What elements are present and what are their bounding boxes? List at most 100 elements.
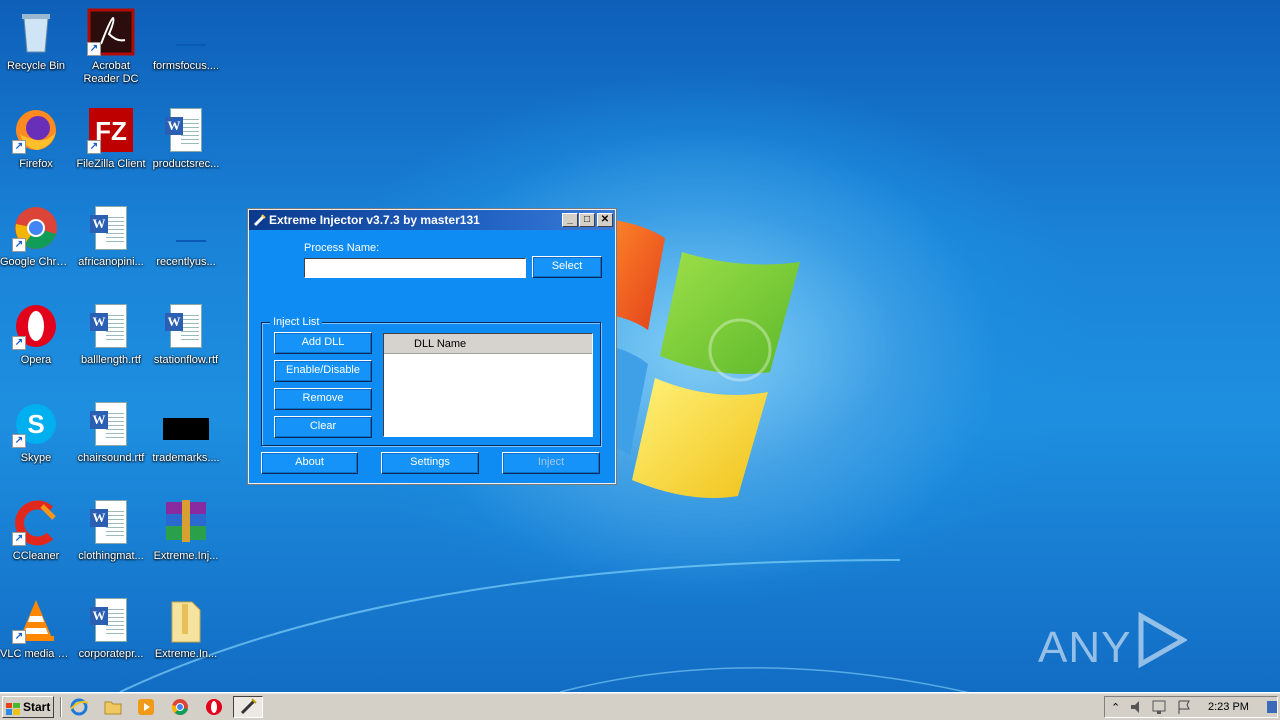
- anyrun-watermark: ANY RUN: [1038, 611, 1280, 720]
- desktop-icon-formsfocus[interactable]: formsfocus....: [148, 4, 224, 96]
- select-button[interactable]: Select: [532, 256, 602, 278]
- chrome-icon[interactable]: [169, 697, 191, 717]
- desktop-icon-label: Extreme.Inj...: [153, 550, 219, 562]
- desktop-icon-label: stationflow.rtf: [153, 354, 219, 366]
- image-file-icon: [162, 400, 210, 448]
- desktop-icon-skype[interactable]: S ↗ Skype: [0, 396, 74, 488]
- desktop-icon-label: Recycle Bin: [6, 60, 66, 72]
- opera-icon: ↗: [12, 302, 60, 350]
- network-icon[interactable]: [1150, 697, 1170, 717]
- desktop-icon-label: CCleaner: [12, 550, 60, 562]
- desktop-icon-extreme-injector-rar[interactable]: Extreme.Inj...: [148, 494, 224, 586]
- internet-explorer-icon[interactable]: [68, 697, 90, 717]
- desktop-icon-label: africanopini...: [78, 256, 144, 268]
- settings-button[interactable]: Settings: [381, 452, 479, 474]
- desktop-icon-extreme-injector-folder[interactable]: Extreme.In...: [148, 592, 224, 684]
- desktop-icon-firefox[interactable]: ↗ Firefox: [0, 102, 74, 194]
- firefox-icon: ↗: [12, 106, 60, 154]
- word-document-icon: W: [87, 204, 135, 252]
- enable-disable-button[interactable]: Enable/Disable: [274, 360, 372, 382]
- file-icon: [162, 8, 210, 56]
- desktop-icon-label: VLC media player: [0, 648, 74, 660]
- skype-icon: S ↗: [12, 400, 60, 448]
- play-triangle-icon: [1138, 611, 1188, 669]
- dll-name-column-header[interactable]: DLL Name: [384, 334, 592, 354]
- word-document-icon: W: [162, 302, 210, 350]
- show-desktop-icon[interactable]: [1262, 697, 1278, 717]
- taskbar-separator: [60, 697, 62, 717]
- desktop-icon-recycle-bin[interactable]: Recycle Bin: [0, 4, 74, 96]
- desktop-icon-acrobat[interactable]: ↗ Acrobat Reader DC: [73, 4, 149, 96]
- windows-flag-icon: [6, 701, 20, 715]
- window-title: Extreme Injector v3.7.3 by master131: [269, 213, 480, 227]
- word-document-icon: W: [87, 498, 135, 546]
- desktop-icon-opera[interactable]: ↗ Opera: [0, 298, 74, 390]
- desktop-icon-africanopini[interactable]: W africanopini...: [73, 200, 149, 292]
- desktop-icon-label: Opera: [20, 354, 52, 366]
- winrar-archive-icon: [162, 498, 210, 546]
- desktop-icon-ccleaner[interactable]: ↗ CCleaner: [0, 494, 74, 586]
- maximize-button[interactable]: □: [579, 213, 595, 227]
- word-document-icon: W: [87, 302, 135, 350]
- inject-list-group: Inject List Add DLL Enable/Disable Remov…: [261, 316, 601, 446]
- desktop-icon-label: Skype: [20, 452, 52, 464]
- filezilla-icon: FZ ↗: [87, 106, 135, 154]
- desktop-icon-balllength[interactable]: W balllength.rtf: [73, 298, 149, 390]
- process-name-input[interactable]: [304, 258, 526, 278]
- desktop-icon-stationflow[interactable]: W stationflow.rtf: [148, 298, 224, 390]
- close-button[interactable]: ✕: [597, 213, 613, 227]
- clear-button[interactable]: Clear: [274, 416, 372, 438]
- desktop-icon-vlc[interactable]: ↗ VLC media player: [0, 592, 74, 684]
- desktop-icon-corporatepr[interactable]: W corporatepr...: [73, 592, 149, 684]
- about-button[interactable]: About: [261, 452, 358, 474]
- volume-icon[interactable]: [1126, 697, 1146, 717]
- desktop-icon-recentlyus[interactable]: recentlyus...: [148, 200, 224, 292]
- process-name-label: Process Name:: [304, 242, 380, 254]
- word-document-icon: W: [87, 400, 135, 448]
- minimize-button[interactable]: _: [562, 213, 578, 227]
- start-label: Start: [23, 700, 51, 714]
- taskbar-extreme-injector-button[interactable]: [233, 696, 263, 718]
- file-icon: [162, 204, 210, 252]
- opera-icon[interactable]: [203, 697, 225, 717]
- dll-list[interactable]: DLL Name: [383, 333, 593, 437]
- word-document-icon: W: [162, 106, 210, 154]
- desktop-icon-label: Extreme.In...: [154, 648, 218, 660]
- desktop-icon-label: chairsound.rtf: [77, 452, 145, 464]
- desktop-icon-label: clothingmat...: [78, 550, 144, 562]
- vlc-icon: ↗: [12, 596, 60, 644]
- desktop-icon-chairsound[interactable]: W chairsound.rtf: [73, 396, 149, 488]
- desktop-icon-productsrec[interactable]: W productsrec...: [148, 102, 224, 194]
- add-dll-button[interactable]: Add DLL: [274, 332, 372, 354]
- acrobat-icon: ↗: [87, 8, 135, 56]
- desktop-icon-label: corporatepr...: [78, 648, 144, 660]
- desktop-icon-label: balllength.rtf: [81, 354, 141, 366]
- desktop-icon-label: Google Chrome: [0, 256, 74, 268]
- svg-text:⌃: ⌃: [1111, 702, 1120, 714]
- desktop-icon-label: formsfocus....: [152, 60, 220, 72]
- action-center-flag-icon[interactable]: [1176, 697, 1196, 717]
- media-player-icon[interactable]: [135, 697, 157, 717]
- syringe-icon: [253, 213, 267, 227]
- desktop-icon-label: productsrec...: [152, 158, 220, 170]
- extreme-injector-window: Extreme Injector v3.7.3 by master131 _ □…: [247, 208, 617, 485]
- desktop-icon-trademarks[interactable]: trademarks....: [148, 396, 224, 488]
- zip-folder-icon: [162, 596, 210, 644]
- recycle-bin-icon: [12, 8, 60, 56]
- folder-icon[interactable]: [102, 697, 124, 717]
- desktop-icon-google-chrome[interactable]: ↗ Google Chrome: [0, 200, 74, 292]
- desktop-icon-clothingmat[interactable]: W clothingmat...: [73, 494, 149, 586]
- desktop-icon-label: Firefox: [19, 158, 53, 170]
- remove-button[interactable]: Remove: [274, 388, 372, 410]
- syringe-icon: [240, 698, 257, 715]
- start-button[interactable]: Start: [2, 696, 54, 718]
- taskbar-clock[interactable]: 2:23 PM: [1208, 693, 1249, 720]
- desktop-icon-label: FileZilla Client: [76, 158, 146, 170]
- desktop-icon-label: recentlyus...: [156, 256, 216, 268]
- word-document-icon: W: [87, 596, 135, 644]
- svg-text:S: S: [27, 409, 44, 439]
- ccleaner-icon: ↗: [12, 498, 60, 546]
- inject-button[interactable]: Inject: [502, 452, 600, 474]
- window-titlebar[interactable]: Extreme Injector v3.7.3 by master131 _ □…: [249, 210, 615, 230]
- desktop-icon-filezilla[interactable]: FZ ↗ FileZilla Client: [73, 102, 149, 194]
